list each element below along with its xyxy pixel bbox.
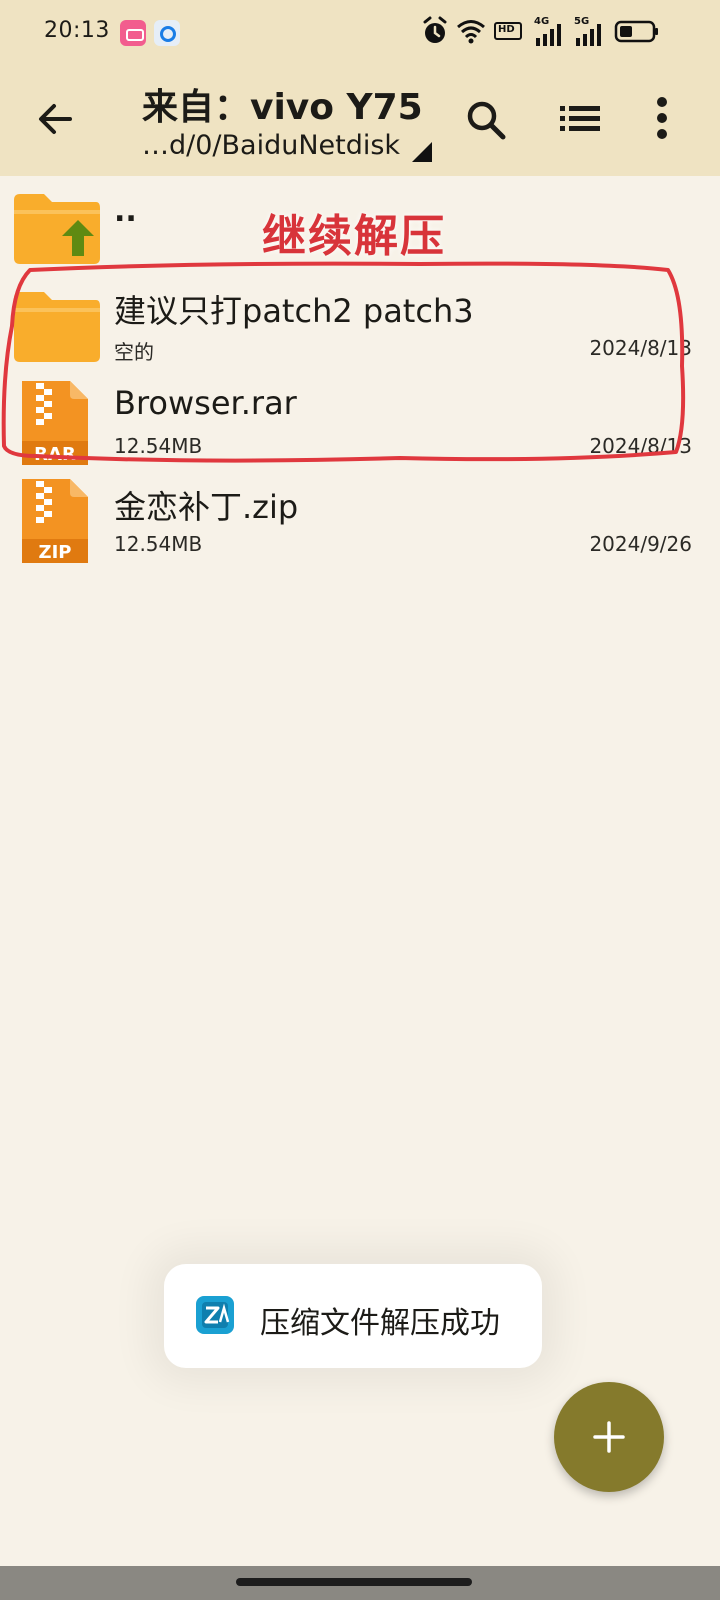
add-fab-button[interactable] <box>554 1382 664 1492</box>
file-name: .. <box>114 194 137 229</box>
system-nav-bar <box>0 1566 720 1600</box>
signal-5g-icon: 5G <box>572 16 604 46</box>
zip-file-icon: ZIP <box>22 479 88 563</box>
search-icon[interactable] <box>462 96 510 144</box>
toast-message: 压缩文件解压成功 <box>260 1306 500 1341</box>
list-view-icon[interactable] <box>556 96 604 144</box>
alarm-icon <box>423 16 447 43</box>
zarchiver-icon <box>196 1296 234 1334</box>
more-vert-icon[interactable] <box>644 94 680 142</box>
file-meta: 12.54MB <box>114 532 203 556</box>
status-bar: 20:13 HD 4G 5G <box>0 0 720 64</box>
wifi-icon <box>457 20 485 44</box>
app-bar: 20:13 HD 4G 5G 来自：vivo Y75 …d/0/BaiduNet… <box>0 0 720 176</box>
signal-4g-icon: 4G <box>532 16 564 46</box>
path-breadcrumb[interactable]: …d/0/BaiduNetdisk <box>142 130 400 161</box>
file-name: 金恋补丁.zip <box>114 488 299 526</box>
home-gesture-handle[interactable] <box>236 1578 472 1586</box>
folder-up-icon <box>14 194 100 264</box>
annotation-label: 继续解压 <box>262 211 446 262</box>
annotation-circle <box>1 261 686 463</box>
list-item-zip[interactable]: ZIP 金恋补丁.zip 12.54MB 2024/9/26 <box>0 470 720 568</box>
hd-icon: HD <box>494 16 524 46</box>
battery-icon <box>614 20 658 43</box>
page-title: 来自：vivo Y75 <box>142 87 423 128</box>
toast-notification: 压缩文件解压成功 <box>164 1264 542 1368</box>
plus-icon <box>593 1421 625 1453</box>
bilibili-icon <box>120 20 146 46</box>
app-q-icon <box>154 20 180 46</box>
back-arrow-icon[interactable] <box>32 96 78 142</box>
status-time: 20:13 <box>44 18 110 43</box>
file-date: 2024/9/26 <box>589 532 692 556</box>
zip-badge-label: ZIP <box>39 542 72 563</box>
path-dropdown-icon[interactable] <box>412 142 432 162</box>
